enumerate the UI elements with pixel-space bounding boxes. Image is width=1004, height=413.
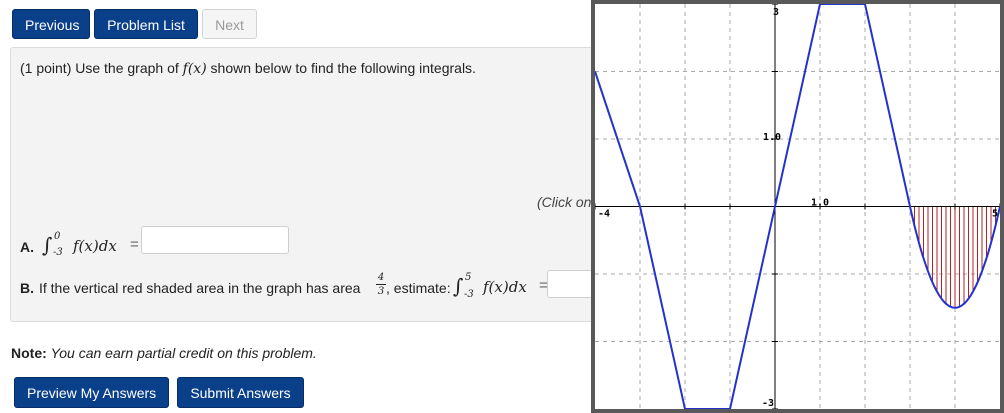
- tick-label-x-right: 5: [992, 209, 998, 220]
- graph-window[interactable]: 3 -3 -4 5 1.0 1.0: [591, 0, 1004, 413]
- answer-a-input[interactable]: [141, 226, 289, 254]
- integrand-a: f(x)dx: [73, 237, 117, 255]
- tick-label-y-bottom: -3: [762, 398, 774, 409]
- tick-label-y-top: 3: [773, 7, 779, 18]
- click-hint: (Click on: [537, 194, 592, 210]
- intro-prefix: (1 point) Use the graph of: [20, 60, 183, 76]
- part-b-text-prefix: If the vertical red shaded area in the g…: [39, 280, 361, 296]
- area-denominator: 3: [377, 286, 385, 297]
- next-button: Next: [202, 9, 257, 39]
- function-graph[interactable]: 3 -3 -4 5 1.0 1.0: [595, 4, 1000, 409]
- area-numerator: 4: [377, 272, 385, 283]
- lower-limit-a: -3: [53, 247, 63, 258]
- tick-label-x-unit: 1.0: [811, 198, 829, 209]
- fraction-bar: [376, 284, 386, 285]
- note: Note: You can earn partial credit on thi…: [11, 345, 317, 361]
- submit-answers-button[interactable]: Submit Answers: [177, 377, 304, 408]
- note-text: You can earn partial credit on this prob…: [50, 345, 317, 361]
- preview-answers-button[interactable]: Preview My Answers: [14, 377, 169, 408]
- equals-a: =: [130, 236, 139, 253]
- upper-limit-a: 0: [54, 231, 61, 242]
- axes: [595, 4, 1000, 409]
- problem-intro: (1 point) Use the graph of f(x) shown be…: [20, 60, 476, 77]
- part-a-label: A.: [20, 239, 34, 255]
- intro-function: f(x): [182, 61, 207, 77]
- part-b-label: B.: [20, 280, 34, 296]
- integral-sign-a: ∫: [42, 233, 53, 257]
- upper-limit-b: 5: [465, 272, 472, 283]
- part-b-text-mid: , estimate:: [386, 280, 451, 296]
- problem-list-button[interactable]: Problem List: [94, 9, 198, 39]
- problem-box: (1 point) Use the graph of f(x) shown be…: [10, 47, 610, 322]
- tick-label-x-left: -4: [598, 209, 610, 220]
- previous-button[interactable]: Previous: [12, 9, 90, 39]
- intro-suffix: shown below to find the following integr…: [206, 60, 476, 76]
- tick-labels: 3 -3 -4 5 1.0 1.0: [598, 7, 998, 409]
- tick-label-y-unit: 1.0: [763, 132, 781, 143]
- integral-sign-b: ∫: [453, 274, 464, 298]
- lower-limit-b: -3: [464, 289, 474, 300]
- note-label: Note:: [11, 345, 47, 361]
- integrand-b: f(x)dx: [483, 278, 527, 296]
